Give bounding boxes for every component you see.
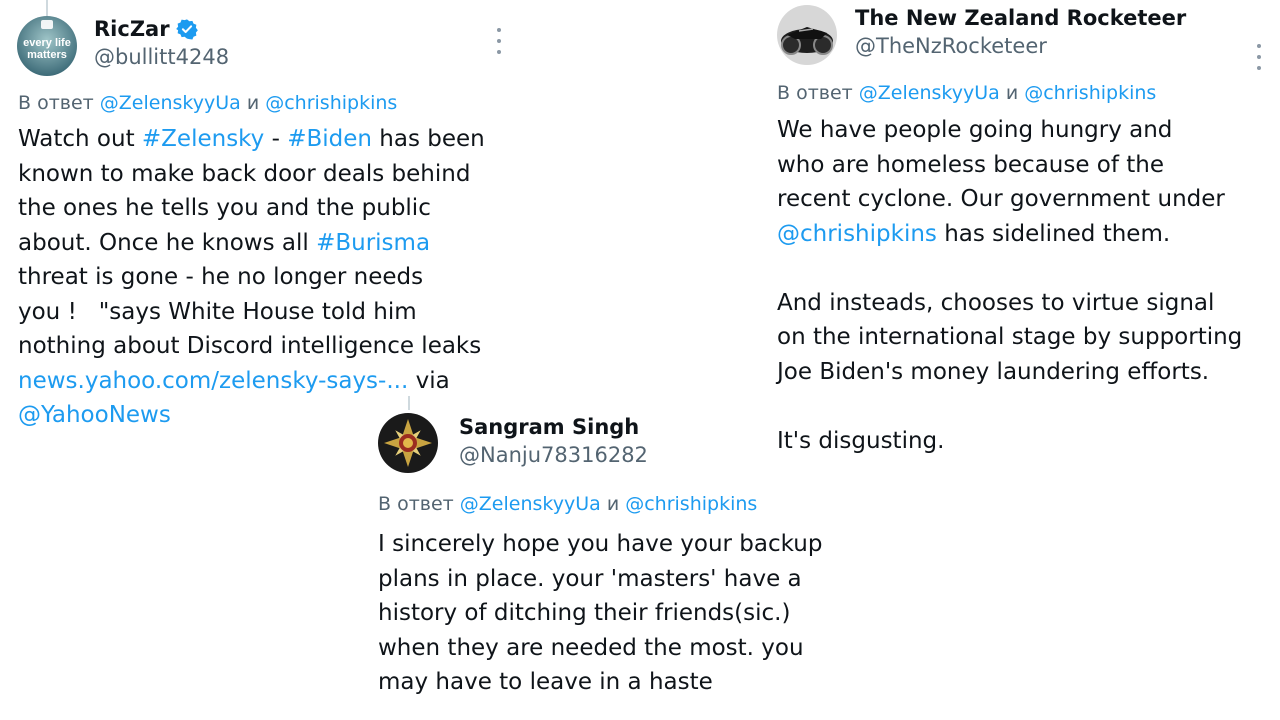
reply-context: В ответ @ZelenskyyUa и @chrishipkins [777,82,1156,104]
tweet-text: We have people going hungry and who are … [777,113,1242,458]
tweet-text: I sincerely hope you have your backup pl… [378,527,822,700]
author-row: Sangram Singh [459,415,639,439]
more-options-icon[interactable] [494,28,504,54]
text-line: We have people going hungry and [777,117,1173,143]
medal-avatar-image [378,413,438,473]
mention-chrishipkins[interactable]: @chrishipkins [265,92,397,114]
tweet-text: Watch out #Zelensky - #Biden has been kn… [18,122,485,433]
text-line: threat is gone - he no longer needs [18,264,424,290]
text-line: Joe Biden's money laundering efforts. [777,358,1210,385]
avatar-thenzrocketeer[interactable] [777,5,837,65]
thread-connector [408,396,410,410]
avatar-sangramsingh[interactable] [378,413,438,473]
text-line: when they are needed the most. you [378,634,804,661]
text-line: nothing about Discord intelligence leaks [18,333,482,359]
reply-conjunction: и [1005,82,1019,104]
author-row: RicZar [94,17,198,41]
text-line: I sincerely hope you have your backup [378,531,823,557]
text-line: on the international stage by supporting [777,324,1243,350]
author-row: The New Zealand Rocketeer [855,6,1186,30]
text-line: Watch out #Zelensky - #Biden has been [18,126,485,152]
reply-conjunction: и [246,92,260,114]
mention-yahoonews[interactable]: @YahooNews [18,402,171,428]
reply-context: В ответ @ZelenskyyUa и @chrishipkins [378,493,757,515]
mention-zelenskyyua[interactable]: @ZelenskyyUa [100,92,241,114]
author-handle[interactable]: @TheNzRocketeer [855,34,1047,58]
mention-chrishipkins[interactable]: @chrishipkins [1024,82,1156,104]
more-options-icon[interactable] [1254,44,1264,70]
text-line: known to make back door deals behind [18,160,471,187]
author-name[interactable]: The New Zealand Rocketeer [855,6,1186,30]
hashtag-burisma[interactable]: #Burisma [316,230,430,256]
reply-prefix: В ответ [777,82,853,104]
mention-chrishipkins[interactable]: @chrishipkins [625,493,757,515]
text-line: the ones he tells you and the public [18,195,431,221]
text-line: recent cyclone. Our government under [777,186,1225,212]
text-line: plans in place. your 'masters' have a [378,565,802,592]
hashtag-biden[interactable]: #Biden [287,126,372,152]
article-link[interactable]: news.yahoo.com/zelensky-says-... [18,368,408,394]
mention-chrishipkins-inline[interactable]: @chrishipkins [777,221,937,247]
avatar-image: every life matters [17,16,77,76]
text-line: It's disgusting. [777,427,945,454]
text-line: about. Once he knows all #Burisma [18,229,431,256]
text-line: who are homeless because of the [777,151,1165,178]
reply-prefix: В ответ [18,92,94,114]
text-line: news.yahoo.com/zelensky-says-... via [18,367,450,394]
author-handle[interactable]: @bullitt4248 [94,45,229,69]
svg-text:every life: every life [23,37,71,49]
text-line: history of ditching their friends(sic.) [378,600,791,626]
text-line: And insteads, chooses to virtue signal [777,289,1215,316]
author-name[interactable]: RicZar [94,17,170,41]
verified-badge-icon[interactable] [175,18,198,40]
text-line: @chrishipkins has sidelined them. [777,220,1171,247]
text-line: may have to leave in a haste [378,669,713,695]
reply-prefix: В ответ [378,493,454,515]
author-name[interactable]: Sangram Singh [459,415,639,439]
text-line: you ! "says White House told him [18,298,417,325]
svg-text:matters: matters [27,49,67,61]
reply-conjunction: и [606,493,620,515]
mention-zelenskyyua[interactable]: @ZelenskyyUa [859,82,1000,104]
thread-connector [46,0,48,16]
avatar-riczar[interactable]: every life matters [17,16,77,76]
author-handle[interactable]: @Nanju78316282 [459,443,648,467]
motorcycle-avatar-image [777,5,837,65]
reply-context: В ответ @ZelenskyyUa и @chrishipkins [18,92,397,114]
hashtag-zelensky[interactable]: #Zelensky [142,126,264,152]
mention-zelenskyyua[interactable]: @ZelenskyyUa [460,493,601,515]
